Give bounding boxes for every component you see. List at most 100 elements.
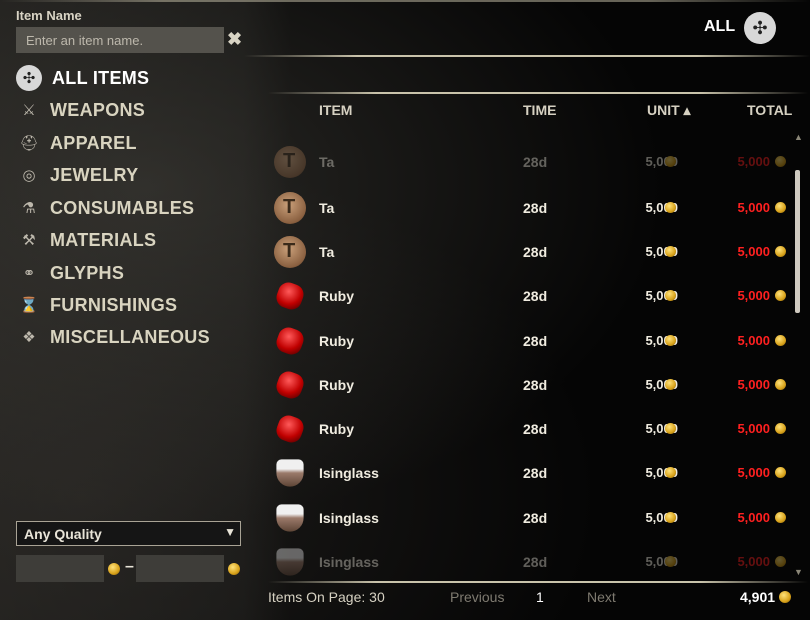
item-time: 28d	[523, 510, 548, 526]
item-time: 28d	[523, 421, 548, 437]
gold-coin-icon	[108, 563, 120, 575]
previous-page-button[interactable]: Previous	[450, 589, 504, 605]
price-range-dash: –	[125, 558, 134, 575]
item-time: 28d	[523, 200, 548, 216]
item-time: 28d	[523, 465, 548, 481]
scroll-up-arrow-icon[interactable]: ▲	[794, 132, 803, 142]
ta-rune-icon	[274, 146, 306, 178]
category-miscellaneous[interactable]: ❖ MISCELLANEOUS	[14, 323, 254, 351]
item-total-price: 5,000	[737, 377, 770, 392]
gold-coin-icon	[665, 246, 676, 257]
table-row[interactable]: Ruby 28d 5,000 5,000	[272, 363, 792, 407]
clear-search-icon[interactable]: ✖	[227, 29, 242, 50]
category-weapons[interactable]: ⚔ WEAPONS	[14, 96, 254, 124]
item-time: 28d	[523, 244, 548, 260]
isinglass-icon	[276, 504, 304, 532]
item-total-price: 5,000	[737, 244, 770, 259]
jewelry-icon: ◎	[22, 167, 36, 184]
scrollbar-thumb[interactable]	[795, 170, 800, 313]
category-jewelry[interactable]: ◎ JEWELRY	[14, 161, 254, 189]
category-furnishings[interactable]: ⌛ FURNISHINGS	[14, 291, 254, 319]
gold-coin-icon	[775, 335, 786, 346]
item-total-price: 5,000	[737, 554, 770, 569]
table-row[interactable]: Ruby 28d 5,000 5,000	[272, 274, 792, 318]
ruby-icon	[273, 324, 307, 358]
max-price-input[interactable]	[136, 555, 224, 582]
item-time: 28d	[523, 554, 548, 570]
category-apparel[interactable]: ⛑ APPAREL	[14, 129, 254, 157]
table-row[interactable]: Ruby 28d 5,000 5,000	[272, 407, 792, 451]
gold-coin-icon	[665, 556, 676, 567]
table-header-divider	[268, 92, 808, 94]
ta-rune-icon	[274, 236, 306, 268]
category-label: JEWELRY	[50, 164, 139, 185]
category-label: GLYPHS	[50, 262, 125, 283]
item-name: Ta	[319, 200, 335, 216]
furnishings-icon: ⌛	[19, 297, 39, 314]
category-glyphs[interactable]: ⚭ GLYPHS	[14, 259, 254, 287]
item-total-price: 5,000	[737, 421, 770, 436]
glyphs-icon: ⚭	[22, 265, 36, 282]
column-header-item[interactable]: ITEM	[319, 102, 352, 118]
gold-coin-icon	[775, 379, 786, 390]
table-row[interactable]: Isinglass 28d 5,000 5,000	[272, 540, 792, 584]
category-materials[interactable]: ⚒ MATERIALS	[14, 226, 254, 254]
current-page-number: 1	[536, 589, 544, 605]
table-row[interactable]: Ta 28d 5,000 5,000	[272, 140, 792, 184]
category-all-items[interactable]: ✣ ALL ITEMS	[14, 64, 254, 92]
next-page-button[interactable]: Next	[587, 589, 616, 605]
quality-dropdown[interactable]: Any Quality ▼	[16, 521, 241, 546]
gold-coin-icon	[665, 202, 676, 213]
table-row[interactable]: Isinglass 28d 5,000 5,000	[272, 451, 792, 495]
item-name: Ta	[319, 154, 335, 170]
item-name: Ruby	[319, 377, 354, 393]
gold-coin-icon	[665, 423, 676, 434]
item-name: Ruby	[319, 333, 354, 349]
ruby-icon	[273, 412, 307, 446]
gold-coin-icon	[665, 156, 676, 167]
category-label: ALL ITEMS	[52, 67, 150, 88]
category-label: MATERIALS	[50, 229, 157, 250]
table-row[interactable]: Ta 28d 5,000 5,000	[272, 186, 792, 230]
column-header-total[interactable]: TOTAL	[747, 102, 792, 118]
column-header-unit[interactable]: UNIT ▴	[647, 102, 691, 119]
item-name: Isinglass	[319, 554, 379, 570]
item-total-price: 5,000	[737, 154, 770, 169]
apparel-icon: ⛑	[19, 135, 39, 152]
ruby-icon	[273, 368, 307, 402]
all-items-icon: ✣	[16, 65, 42, 91]
item-name: Isinglass	[319, 510, 379, 526]
item-time: 28d	[523, 154, 548, 170]
gold-coin-icon	[665, 512, 676, 523]
gold-coin-icon	[775, 156, 786, 167]
gold-coin-icon	[665, 379, 676, 390]
gold-coin-icon	[775, 246, 786, 257]
category-consumables[interactable]: ⚗ CONSUMABLES	[14, 194, 254, 222]
gold-coin-icon	[665, 290, 676, 301]
all-filter-icon[interactable]: ✣	[744, 12, 776, 44]
item-total-price: 5,000	[737, 510, 770, 525]
item-name: Ruby	[319, 421, 354, 437]
isinglass-icon	[276, 459, 304, 487]
table-row[interactable]: Ruby 28d 5,000 5,000	[272, 319, 792, 363]
item-total-price: 5,000	[737, 465, 770, 480]
gold-coin-icon	[775, 467, 786, 478]
table-row[interactable]: Isinglass 28d 5,000 5,000	[272, 496, 792, 540]
isinglass-icon	[276, 548, 304, 576]
header-divider	[244, 55, 810, 57]
column-header-time[interactable]: TIME	[523, 102, 556, 118]
scroll-down-arrow-icon[interactable]: ▼	[794, 567, 803, 577]
category-label: MISCELLANEOUS	[50, 326, 210, 347]
gold-coin-icon	[775, 512, 786, 523]
item-name-label: Item Name	[16, 8, 82, 23]
gold-coin-icon	[775, 202, 786, 213]
filter-all-label: ALL	[704, 18, 736, 35]
search-input[interactable]: Enter an item name.	[16, 27, 224, 53]
gold-coin-icon	[775, 423, 786, 434]
table-row[interactable]: Ta 28d 5,000 5,000	[272, 230, 792, 274]
item-time: 28d	[523, 333, 548, 349]
player-gold-amount: 4,901	[740, 589, 776, 605]
top-divider	[0, 0, 810, 2]
min-price-input[interactable]	[16, 555, 104, 582]
gold-coin-icon	[665, 467, 676, 478]
